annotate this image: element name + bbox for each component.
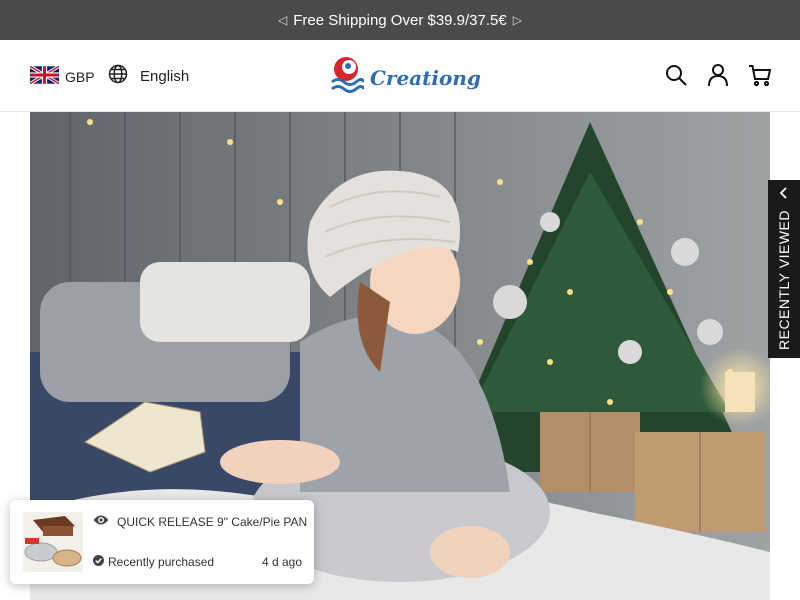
announcement-prev-icon[interactable]: ◁	[278, 13, 287, 27]
language-selector[interactable]: English	[108, 64, 189, 88]
search-icon[interactable]	[664, 63, 688, 87]
user-icon[interactable]	[706, 63, 730, 87]
announcement-next-icon[interactable]: ▷	[513, 13, 522, 27]
logo-mark-icon	[330, 56, 366, 99]
product-thumbnail[interactable]	[23, 512, 83, 572]
currency-selector[interactable]: GBP	[29, 64, 95, 87]
globe-icon	[108, 64, 128, 88]
cart-icon[interactable]	[748, 63, 772, 87]
popup-status-text: Recently purchased	[108, 555, 215, 569]
eye-icon	[93, 514, 109, 529]
header-actions	[664, 63, 772, 87]
brand-logo[interactable]: Creationg	[330, 56, 481, 99]
currency-label: GBP	[65, 68, 95, 85]
recently-viewed-label: RECENTLY VIEWED	[776, 209, 792, 351]
recent-purchase-popup[interactable]: QUICK RELEASE 9" Cake/Pie PAN Recently p…	[10, 500, 314, 584]
popup-product-name: QUICK RELEASE 9" Cake/Pie PAN	[117, 514, 308, 529]
check-circle-icon	[93, 555, 104, 569]
uk-flag-icon	[29, 64, 60, 87]
site-header: GBP English Creationg	[0, 40, 800, 112]
popup-status: Recently purchased	[93, 555, 214, 569]
popup-product-link[interactable]: QUICK RELEASE 9" Cake/Pie PAN	[93, 514, 308, 529]
announcement-text: Free Shipping Over $39.9/37.5€	[293, 11, 507, 29]
popup-time-ago: 4 d ago	[261, 555, 302, 569]
language-label: English	[140, 67, 190, 85]
chevron-left-icon	[777, 186, 791, 205]
recently-viewed-tab[interactable]: RECENTLY VIEWED	[768, 180, 800, 358]
logo-text: Creationg	[370, 65, 481, 90]
announcement-bar: ◁ Free Shipping Over $39.9/37.5€ ▷	[0, 0, 800, 40]
